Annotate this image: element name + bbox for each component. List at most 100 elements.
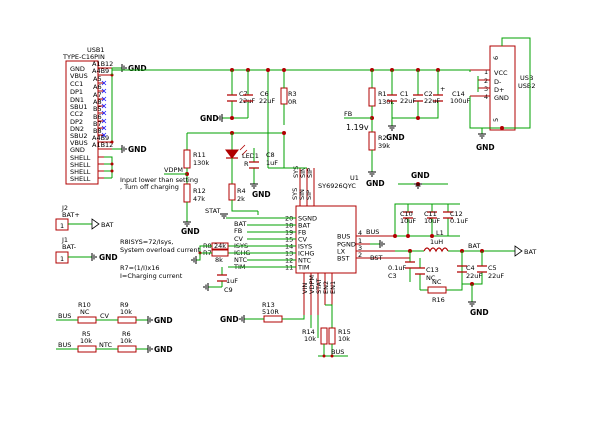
gnd-label-r12: GND [181,227,200,236]
gnd-label-r6: GND [154,345,173,354]
usb2-ref2: USB2 [518,82,535,90]
usb2-pin-dplus: D+ [494,86,504,94]
usb2-pin-dminus: D- [494,78,502,86]
l1-ref: L1 [436,229,444,237]
r5-value: 10k [80,337,92,345]
usb2-ref: USB [520,74,533,82]
usb1-pin-number: A5 [93,75,102,83]
r3-ref: R3 [288,90,297,98]
r15-value: 10k [338,335,350,343]
usb2-pinnum-1: 1 [484,68,488,76]
usb1-connector: USB1 TYPE-C16PIN GNDVBUSCC1DP1DN1SBU1CC2… [62,46,147,185]
bus-net-r5: BUS [58,341,71,349]
gnd-label-r2: GND [366,179,385,188]
battery-connectors: J2 BAT+ 1 BAT J1 BAT- 1 GND [55,204,118,264]
c3-value: 0.1uF [388,264,406,272]
c4-value: 22uF [466,272,482,280]
r4-ref: R4 [237,187,246,195]
r9-value: 10k [120,308,132,316]
usb2-pinnum-3: 3 [484,85,488,93]
cv-net-r9: CV [100,312,110,320]
c12-value: 0.1uF [450,217,468,225]
bus-net-right: BUS [366,228,379,236]
ichg-note-2: I=Charging current [120,272,183,280]
r13-value: 510R [262,308,279,316]
c13-ref: C13 [426,266,439,274]
gnd-label-c1: GND [386,133,405,142]
gnd-label-j1: GND [99,253,118,262]
r11-value: 130k [193,159,209,167]
ntc-net-r6: NTC [99,341,112,349]
j2-net-bat: BAT [101,221,113,229]
gnd-label-r13: GND [220,315,239,324]
c9-ref: C9 [224,286,233,294]
c9-value: 1uF [226,277,238,285]
stat-net-label: STAT [205,207,221,215]
bus-net-r10: BUS [58,312,71,320]
r16-ref: R16 [432,296,445,304]
c5-value: 22uF [488,272,504,280]
bus-net-r15: BUS [331,348,344,356]
r2-value: 39k [378,142,390,150]
usb1-pin-label: CC1 [70,80,83,88]
usb1-pin-label: GND [70,146,85,154]
isys-note-1: R8ISYS=72/Isys, [120,238,173,246]
l1-value: 1uH [430,238,443,246]
ichg-note-1: R7=(1/I)x16 [120,264,160,272]
gnd-label-c8: GND [252,190,271,199]
r14-value: 10k [304,335,316,343]
r12-value: 47k [193,195,205,203]
output-usb-section: R1 130k FB 1.19v R2 39k GND C1 22uF C2 2… [344,37,535,188]
c10-value: 10uF [400,217,416,225]
r1-ref: R1 [378,90,387,98]
ntc-cv-resistors: R10 NC R9 10k BUS CV GND R5 10k R6 10k B… [56,301,173,354]
u1-left-pin-name: TIM [297,264,310,272]
fb-net-label: FB [344,110,352,118]
r4-value: 2k [237,195,245,203]
u1-right-pin-name: BUS [337,233,350,241]
gnd-label-usb1-bottom: GND [128,145,147,154]
j1-pin: 1 [60,255,64,263]
r16-value: NC [432,278,442,286]
led1-value: R [244,160,249,168]
u1-pin-en1: EN1 [329,281,337,294]
c14-polarity: + [440,85,445,93]
usb1-pin-label: DP1 [70,88,83,96]
usb2-pinnum-5: 5 [492,118,500,122]
gnd-label-c4c5: GND [470,308,489,317]
j1-label: BAT- [62,243,77,251]
c5-ref: C5 [488,264,497,272]
gnd-label-r9: GND [154,316,173,325]
usb1-pin-label: VBUS [70,72,88,80]
usb1-pin-label: SHELL [70,175,91,183]
r3-value: 0R [288,98,297,106]
u1-charger-ic: U1 SY6926QYC 20 SGND18 BAT19 FB15 CV14 ISYS13… [268,166,362,332]
gnd-label-usb1-top: GND [128,64,147,73]
usb2-pinnum-6: 6 [492,56,500,60]
j2-label: BAT+ [62,211,80,219]
c4-ref: C4 [466,264,475,272]
net-sip-top: SIP [306,168,314,178]
isys-note-2: System overload current [120,246,201,254]
usb1-pin-label: CC2 [70,110,83,118]
gnd-label-usb2: GND [476,143,495,152]
fb-voltage: 1.19v [346,123,369,132]
vdpm-note-2: , Turn off charging [120,183,179,191]
usb2-pin-vcc: VCC [494,69,508,77]
c8-value: 1uF [266,159,278,167]
gnd-label-c10: GND [411,171,430,180]
c8-ref: C8 [266,151,275,159]
bst-net-right: BST [370,254,382,262]
u1-ref: U1 [350,174,359,182]
gnd-label-c7c6: GND [200,114,219,123]
c1-value: 22uF [400,97,416,105]
r10-value: NC [80,308,90,316]
c14-value: 100uF [450,97,471,105]
j2-pin: 1 [60,222,64,230]
r11-ref: R11 [193,151,206,159]
bat-net-right: BAT [468,242,480,250]
usb2-pinnum-2: 2 [484,77,488,85]
c11-value: 10uF [424,217,440,225]
usb1-pin-number: A6 [93,83,102,91]
r7-value: 8k [215,256,223,264]
